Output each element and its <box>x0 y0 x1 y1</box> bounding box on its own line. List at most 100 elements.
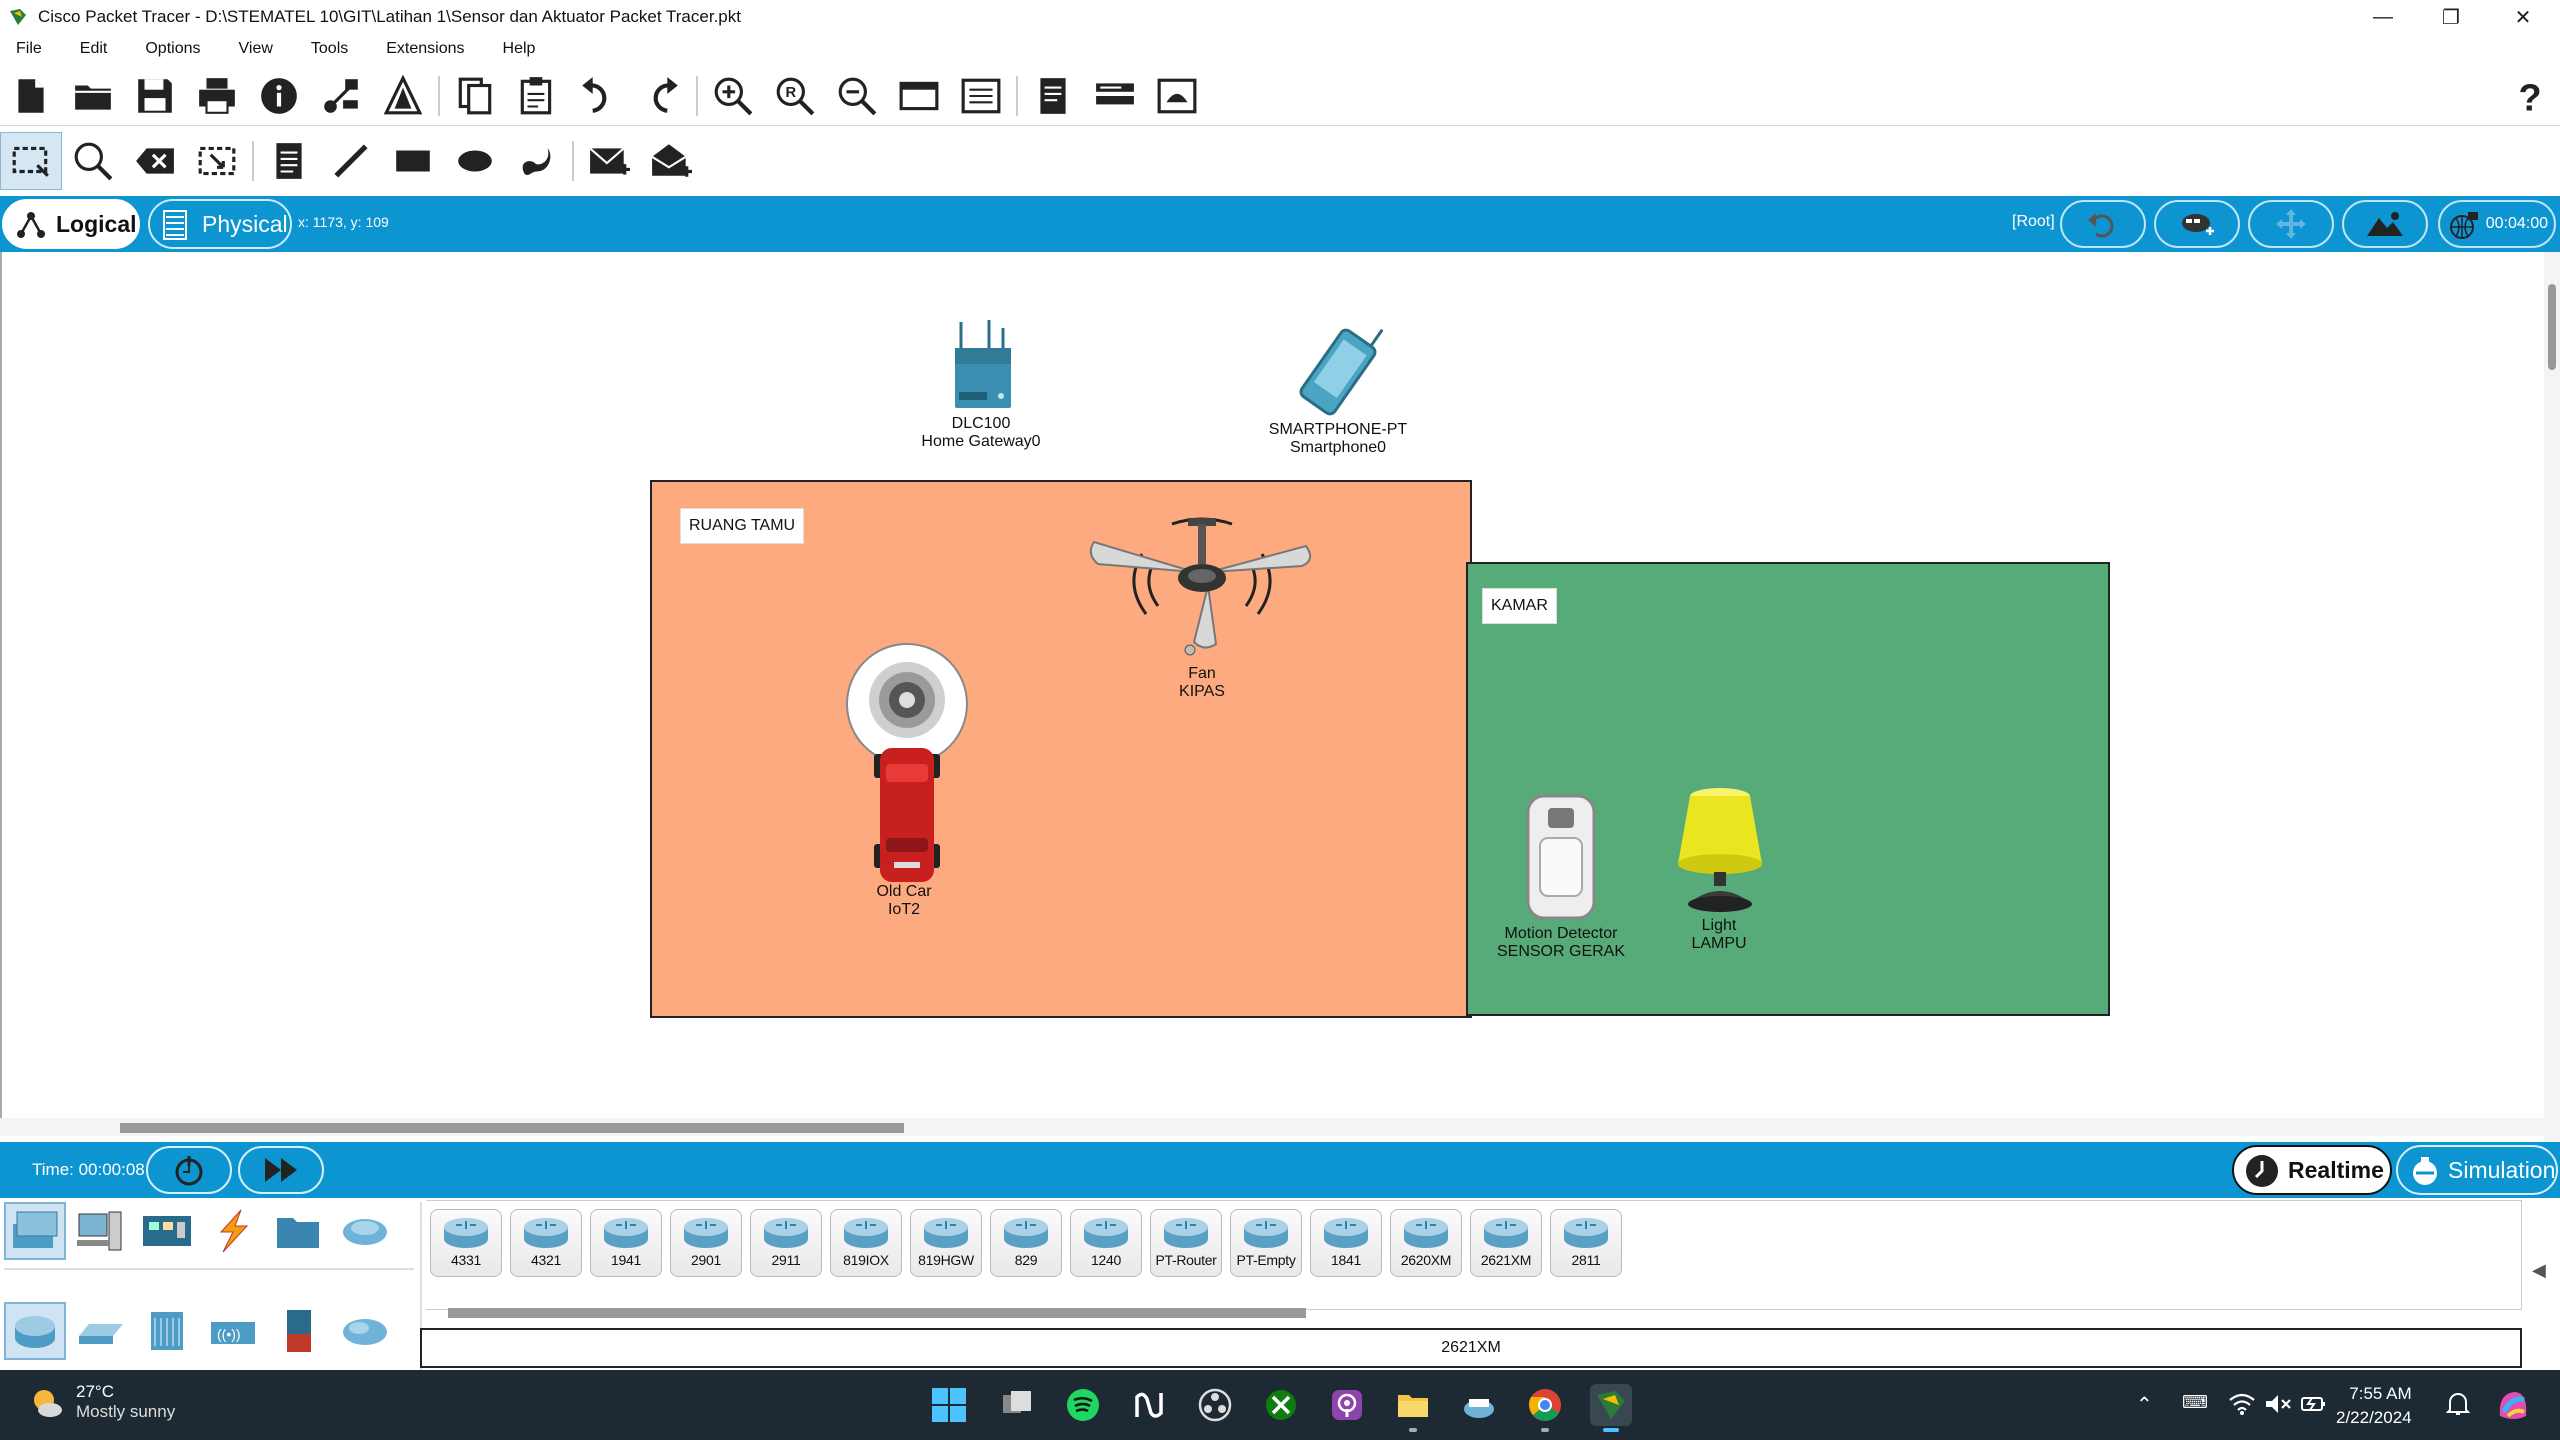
help-icon[interactable]: ? <box>2498 67 2560 125</box>
maximize-button[interactable]: ❐ <box>2420 0 2482 34</box>
system-clock[interactable]: 7:55 AM 2/22/2024 <box>2336 1382 2412 1430</box>
network-info-icon[interactable] <box>310 67 372 125</box>
horizontal-scroll-thumb[interactable] <box>120 1123 904 1133</box>
power-cycle-button[interactable] <box>146 1146 232 1194</box>
model-list-scrollbar[interactable] <box>448 1308 1306 1318</box>
device-model-1240[interactable]: 1240 <box>1070 1209 1142 1277</box>
home-gateway-device[interactable]: DLC100 Home Gateway0 <box>916 318 1046 451</box>
print-icon[interactable] <box>186 67 248 125</box>
back-button[interactable] <box>2060 200 2146 248</box>
packet-tracer-taskbar-icon[interactable] <box>1590 1384 1632 1432</box>
canvas-vertical-scrollbar[interactable] <box>2544 252 2560 1142</box>
draw-rectangle-icon[interactable] <box>382 132 444 190</box>
new-file-icon[interactable] <box>0 67 62 125</box>
old-car-device[interactable]: Old Car IoT2 <box>844 744 964 919</box>
drawing-palette-icon[interactable] <box>888 67 950 125</box>
muted-speaker-icon[interactable] <box>2264 1392 2292 1416</box>
new-cluster-button[interactable] <box>2154 200 2240 248</box>
cluster-window-icon[interactable] <box>1146 67 1208 125</box>
root-breadcrumb[interactable]: [Root] <box>2012 213 2055 231</box>
device-model-2911[interactable]: 2911 <box>750 1209 822 1277</box>
end-devices-category-icon[interactable] <box>70 1202 132 1260</box>
device-model-2901[interactable]: 2901 <box>670 1209 742 1277</box>
components-category-icon[interactable] <box>136 1202 198 1260</box>
menu-options[interactable]: Options <box>145 40 200 58</box>
keyboard-icon[interactable]: ⌨ <box>2182 1392 2208 1413</box>
add-complex-pdu-icon[interactable] <box>640 132 702 190</box>
fan-device[interactable]: Fan KIPAS <box>1084 514 1320 701</box>
weather-widget[interactable]: 27°C Mostly sunny <box>28 1382 175 1422</box>
copilot-icon[interactable] <box>2494 1386 2532 1424</box>
move-object-button[interactable] <box>2248 200 2334 248</box>
redo-icon[interactable] <box>630 67 692 125</box>
zoom-reset-icon[interactable]: R <box>764 67 826 125</box>
miscellaneous-category-icon[interactable] <box>268 1202 330 1260</box>
fast-forward-button[interactable] <box>238 1146 324 1194</box>
copy-icon[interactable] <box>444 67 506 125</box>
device-model-2620xm[interactable]: 2620XM <box>1390 1209 1462 1277</box>
start-menu-icon[interactable] <box>928 1384 970 1426</box>
device-model-1841[interactable]: 1841 <box>1310 1209 1382 1277</box>
realtime-mode-button[interactable]: Realtime <box>2232 1145 2392 1195</box>
connections-category-icon[interactable] <box>202 1202 264 1260</box>
smartphone-device[interactable]: SMARTPHONE-PT Smartphone0 <box>1264 324 1412 457</box>
close-button[interactable]: ✕ <box>2492 0 2554 34</box>
minimize-button[interactable]: — <box>2352 0 2414 34</box>
resize-shape-icon[interactable] <box>186 132 248 190</box>
undo-icon[interactable] <box>568 67 630 125</box>
motion-detector-device[interactable]: Motion Detector SENSOR GERAK <box>1496 792 1626 961</box>
network-app-icon[interactable] <box>1458 1384 1500 1426</box>
info-icon[interactable] <box>248 67 310 125</box>
device-model-pt-router[interactable]: PT-Router <box>1150 1209 1222 1277</box>
canvas-horizontal-scrollbar[interactable] <box>0 1118 2544 1136</box>
select-tool-icon[interactable] <box>0 132 62 190</box>
device-model-4321[interactable]: 4321 <box>510 1209 582 1277</box>
chrome-icon[interactable] <box>1524 1384 1566 1432</box>
place-note-icon[interactable] <box>258 132 320 190</box>
light-device[interactable]: Light LAMPU <box>1654 786 1784 953</box>
xbox-icon[interactable] <box>1260 1384 1302 1426</box>
freeform-draw-icon[interactable] <box>506 132 568 190</box>
file-explorer-icon[interactable] <box>1392 1384 1434 1432</box>
device-template-icon[interactable] <box>1084 67 1146 125</box>
zoom-out-icon[interactable] <box>826 67 888 125</box>
viewport-clock[interactable]: 00:04:00 <box>2438 200 2556 248</box>
task-view-icon[interactable] <box>996 1384 1038 1426</box>
hubs-subcategory-icon[interactable] <box>136 1302 198 1360</box>
spotify-icon[interactable] <box>1062 1384 1104 1426</box>
battery-icon[interactable] <box>2300 1392 2328 1416</box>
paste-icon[interactable] <box>506 67 568 125</box>
wireless-subcategory-icon[interactable]: ((•)) <box>202 1302 264 1360</box>
device-model-2811[interactable]: 2811 <box>1550 1209 1622 1277</box>
routers-subcategory-icon[interactable] <box>4 1302 66 1360</box>
zoom-in-icon[interactable] <box>702 67 764 125</box>
logical-view-button[interactable]: Logical <box>2 199 140 249</box>
network-devices-category-icon[interactable] <box>4 1202 66 1260</box>
switches-subcategory-icon[interactable] <box>70 1302 132 1360</box>
logical-workspace-canvas[interactable]: DLC100 Home Gateway0 SMARTPHONE-PT Smart… <box>0 252 2544 1122</box>
show-hidden-icons-icon[interactable]: ⌃ <box>2136 1392 2153 1417</box>
ruang-tamu-area[interactable]: RUANG TAMU Fan KIPAS Old Car IoT2 <box>650 480 1472 1018</box>
save-icon[interactable] <box>124 67 186 125</box>
menu-view[interactable]: View <box>239 40 273 58</box>
notion-like-app-icon[interactable] <box>1128 1384 1170 1426</box>
vertical-scroll-thumb[interactable] <box>2548 284 2556 370</box>
set-background-button[interactable] <box>2342 200 2428 248</box>
custom-device-dialog-icon[interactable] <box>950 67 1012 125</box>
draw-line-icon[interactable] <box>320 132 382 190</box>
device-model-4331[interactable]: 4331 <box>430 1209 502 1277</box>
podcast-app-icon[interactable] <box>1326 1384 1368 1426</box>
menu-edit[interactable]: Edit <box>80 40 108 58</box>
simulation-mode-button[interactable]: Simulation <box>2396 1145 2558 1195</box>
device-model-819iox[interactable]: 819IOX <box>830 1209 902 1277</box>
multiuser-category-icon[interactable] <box>334 1202 396 1260</box>
device-model-819hgw[interactable]: 819HGW <box>910 1209 982 1277</box>
menu-file[interactable]: File <box>16 40 42 58</box>
menu-help[interactable]: Help <box>503 40 536 58</box>
delete-tool-icon[interactable] <box>124 132 186 190</box>
add-simple-pdu-icon[interactable] <box>578 132 640 190</box>
activity-wizard-icon[interactable] <box>372 67 434 125</box>
palette-expand-icon[interactable]: ◀ <box>2532 1260 2552 1290</box>
device-model-2621xm[interactable]: 2621XM <box>1470 1209 1542 1277</box>
wan-emulation-subcategory-icon[interactable] <box>334 1302 396 1360</box>
